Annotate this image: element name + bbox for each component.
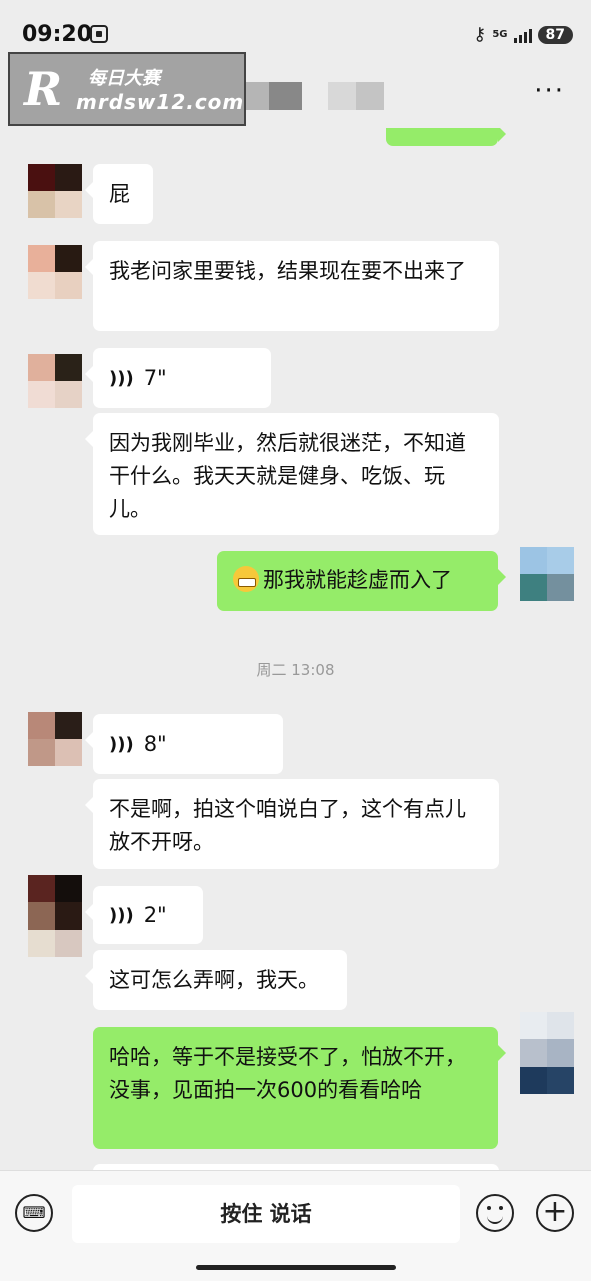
my-avatar[interactable] — [520, 547, 574, 601]
message-text: 因为我刚毕业，然后就很迷茫，不知道干什么。我天天就是健身、吃饭、玩儿。 — [109, 431, 466, 521]
status-time: 09:20 — [22, 22, 93, 47]
signal-icon — [513, 27, 532, 43]
message-text: 不是啊，拍这个咱说白了，这个有点儿放不开呀。 — [109, 797, 466, 854]
message-bubble-outgoing-partial[interactable] — [386, 128, 506, 146]
voice-message-bubble[interactable]: ))) 7" — [85, 348, 271, 408]
watermark: R 每日大赛 mrdsw12.com — [8, 52, 246, 126]
network-label: 5G — [492, 29, 508, 40]
input-bar: ⌨ 按住 说话 + — [0, 1170, 591, 1281]
plus-icon[interactable]: + — [536, 1194, 574, 1232]
message-bubble-incoming[interactable]: 屁 — [85, 164, 153, 224]
key-icon: ⚷ — [473, 24, 487, 45]
message-text: 那我就能趁虚而入了 — [263, 568, 452, 592]
contact-avatar[interactable] — [28, 354, 82, 408]
contact-avatar[interactable] — [28, 245, 82, 299]
emoji-icon[interactable] — [476, 1194, 514, 1232]
voice-icon: ))) — [109, 367, 134, 389]
message-bubble-incoming[interactable]: 不是啊，拍这个咱说白了，这个有点儿放不开呀。 — [85, 779, 499, 869]
watermark-title: 每日大赛 — [88, 68, 160, 89]
voice-message-bubble[interactable]: ))) 2" — [85, 886, 203, 944]
message-text: 哈哈，等于不是接受不了，怕放不开，没事，见面拍一次600的看看哈哈 — [109, 1045, 466, 1102]
grin-emoji-icon — [233, 566, 259, 592]
keyboard-icon[interactable]: ⌨ — [15, 1194, 53, 1232]
message-bubble-outgoing[interactable]: 那我就能趁虚而入了 — [217, 551, 506, 611]
message-text: 我老问家里要钱，结果现在要不出来了 — [109, 259, 466, 283]
watermark-url: mrdsw12.com — [76, 90, 245, 114]
voice-duration: 8" — [143, 731, 167, 756]
contact-name-redacted-2 — [328, 82, 384, 110]
voice-icon: ))) — [109, 733, 134, 755]
voice-icon: ))) — [109, 904, 134, 926]
message-bubble-incoming[interactable]: 我老问家里要钱，结果现在要不出来了 — [85, 241, 499, 331]
my-avatar[interactable] — [520, 1012, 574, 1094]
screenshot-icon — [90, 25, 108, 43]
home-indicator[interactable] — [196, 1265, 396, 1270]
hold-to-talk-button[interactable]: 按住 说话 — [72, 1185, 460, 1243]
contact-avatar[interactable] — [28, 875, 82, 957]
contact-avatar[interactable] — [28, 164, 82, 218]
watermark-logo-icon: R — [24, 62, 63, 116]
message-text: 这可怎么弄啊，我天。 — [109, 968, 319, 992]
voice-message-bubble[interactable]: ))) 8" — [85, 714, 283, 774]
message-bubble-outgoing[interactable]: 哈哈，等于不是接受不了，怕放不开，没事，见面拍一次600的看看哈哈 — [93, 1027, 506, 1149]
voice-duration: 2" — [143, 902, 167, 927]
message-bubble-incoming[interactable]: 这可怎么弄啊，我天。 — [85, 950, 347, 1010]
status-icons: ⚷ 5G 87 — [473, 24, 573, 45]
message-list[interactable]: 屁 我老问家里要钱，结果现在要不出来了 ))) 7" 因为我刚毕业，然后就很迷茫… — [0, 128, 591, 1170]
message-text: 屁 — [109, 182, 130, 206]
battery-indicator: 87 — [537, 25, 573, 44]
more-options-icon[interactable]: ··· — [534, 76, 565, 106]
voice-duration: 7" — [143, 365, 167, 390]
contact-avatar[interactable] — [28, 712, 82, 766]
chat-timestamp: 周二 13:08 — [256, 661, 335, 679]
message-bubble-incoming[interactable]: 因为我刚毕业，然后就很迷茫，不知道干什么。我天天就是健身、吃饭、玩儿。 — [85, 413, 499, 535]
